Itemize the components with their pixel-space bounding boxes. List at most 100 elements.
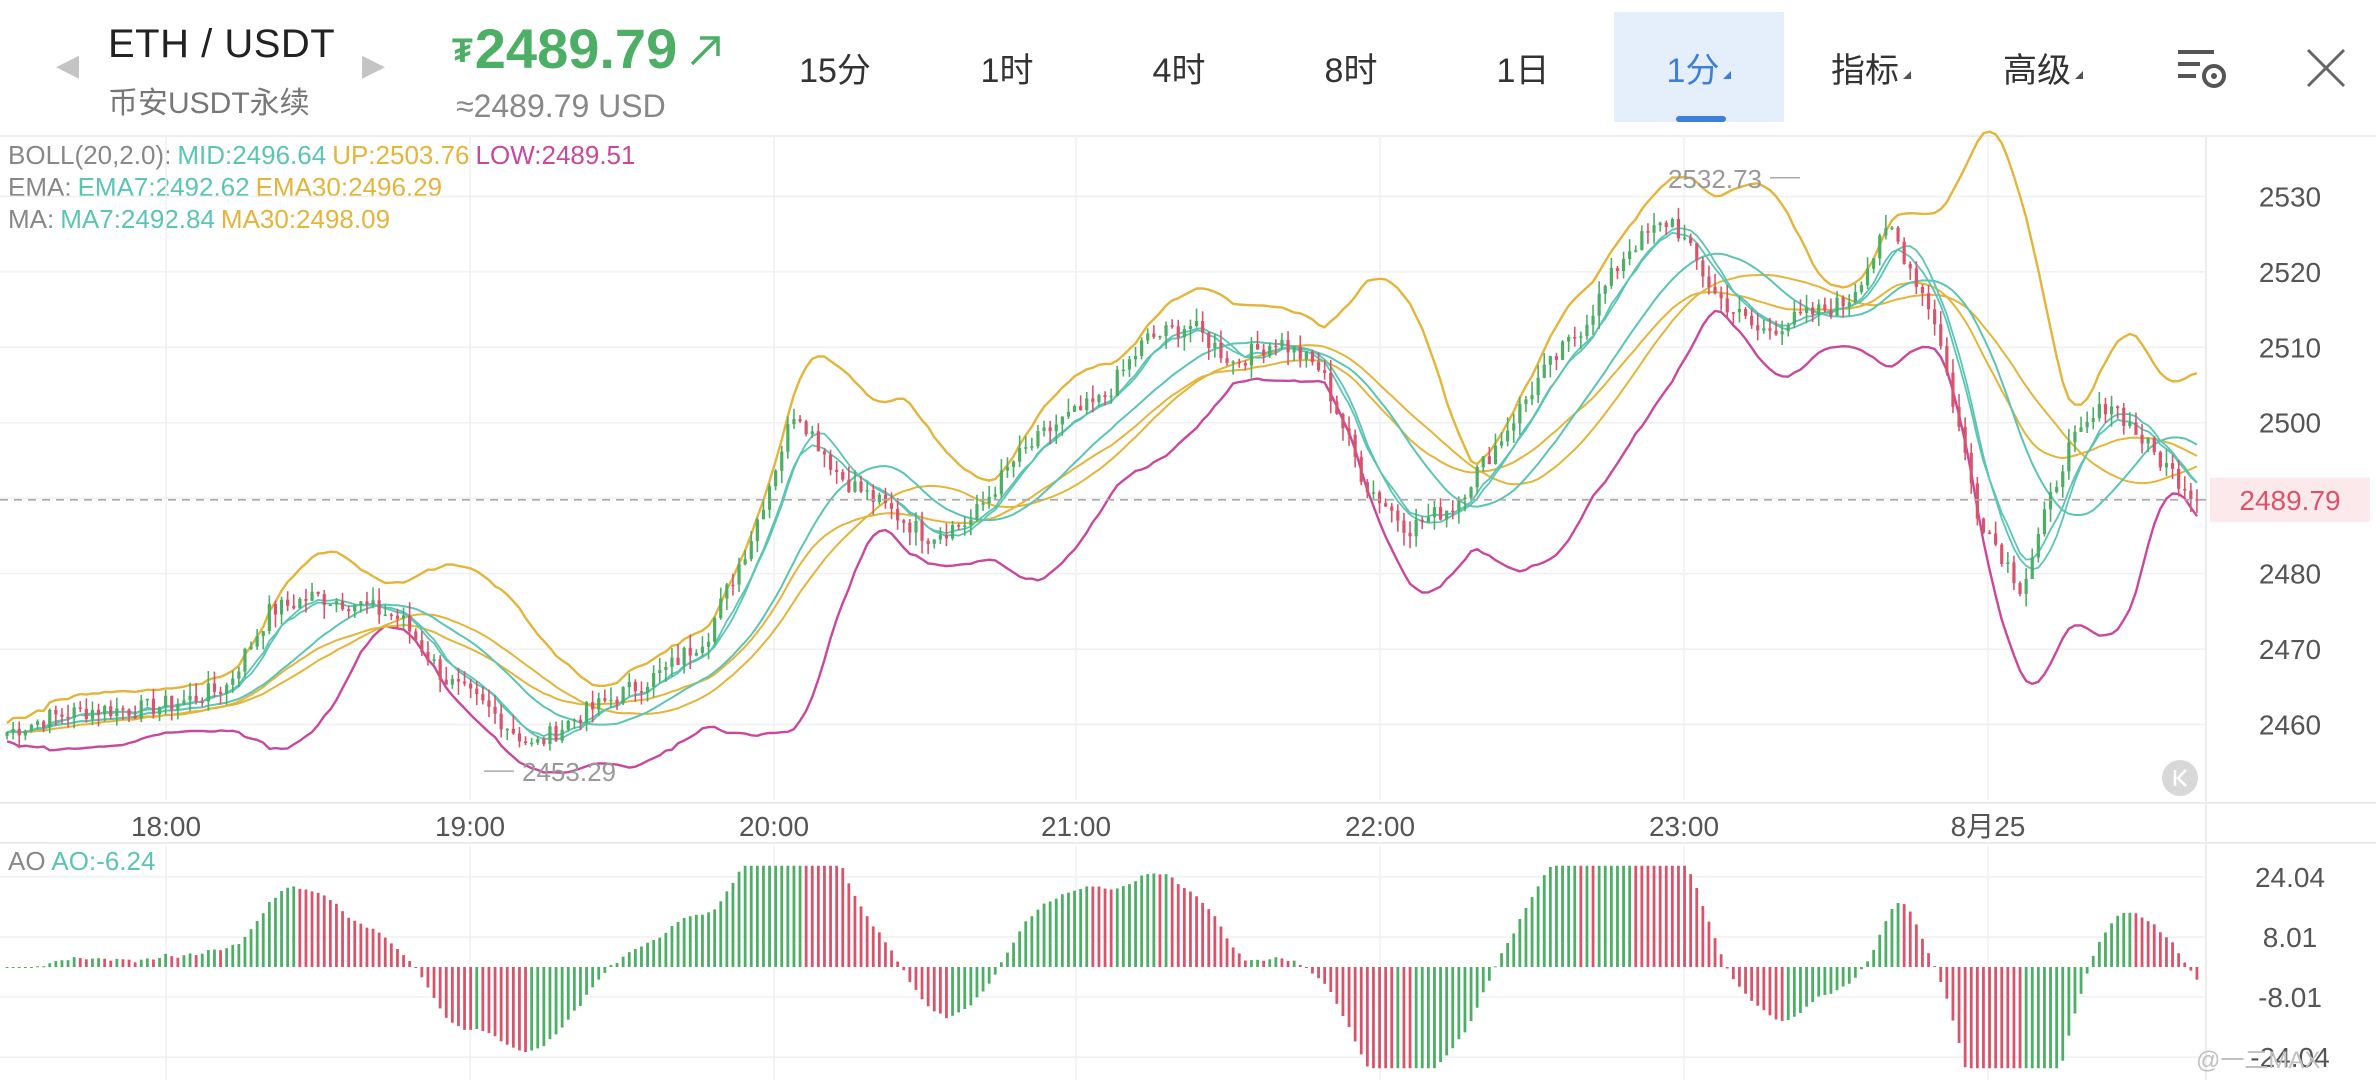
ao-bar [237, 944, 241, 967]
ao-bar [1658, 865, 1662, 967]
ao-bar [66, 960, 70, 967]
candle-body [2055, 487, 2059, 493]
candle-body [2012, 562, 2016, 584]
candle-body [536, 738, 540, 743]
candle-body [1438, 507, 1443, 520]
candle-body [542, 738, 546, 745]
candle-body [1310, 351, 1315, 363]
ao-bar [1311, 967, 1314, 974]
candle-body [487, 700, 491, 707]
ao-bar [2030, 967, 2034, 1069]
ao-bar [1707, 921, 1711, 967]
candle-body [1896, 227, 1900, 242]
candle-body [2183, 488, 2187, 491]
ao-bar [1030, 916, 1034, 967]
candle-body [914, 520, 918, 533]
candle-body [194, 695, 198, 702]
candle-body [353, 605, 357, 612]
ao-bar [1439, 967, 1442, 1063]
candle-body [115, 708, 119, 717]
ao-legend-name: AO [8, 846, 46, 876]
ao-bar [1957, 967, 1961, 1043]
ao-bar [2104, 932, 2107, 967]
candle-body [1847, 302, 1851, 307]
ao-bar [1048, 901, 1052, 967]
ao-bar [475, 967, 479, 1030]
ao-bar [1365, 967, 1369, 1067]
ao-bar [91, 958, 94, 967]
ao-bar [11, 967, 15, 968]
ao-bar [518, 967, 521, 1051]
ao-bar [103, 958, 107, 967]
candle-body [389, 614, 393, 617]
candle-body [676, 657, 680, 665]
candle-body [1365, 482, 1369, 493]
candle-body [1554, 356, 1559, 360]
candle-body [286, 599, 290, 606]
ao-bar [1225, 938, 1229, 967]
ao-bar [749, 865, 753, 967]
ao-bar [152, 959, 155, 967]
candle-body [1945, 346, 1949, 373]
candle-body [1219, 342, 1223, 359]
y-tick-label: 2500 [2259, 408, 2321, 439]
candle-body [2122, 407, 2126, 427]
ao-bar [1085, 886, 1089, 967]
ao-bar [780, 865, 784, 967]
candle-body [60, 714, 64, 717]
candle-body [1817, 304, 1821, 315]
candle-body [505, 728, 509, 731]
ao-bar [72, 957, 76, 967]
ao-bar [1103, 888, 1107, 967]
price-chart[interactable]: 2460247024802490250025102520253018:0019:… [0, 0, 2376, 1080]
candle-body [1963, 426, 1967, 453]
candle-body [2140, 434, 2144, 444]
candle-body [1536, 377, 1540, 396]
candle-body [2177, 468, 2181, 489]
ao-bar [328, 900, 332, 967]
candle-body [1548, 356, 1552, 365]
candle-body [731, 584, 735, 587]
candle-body [2006, 562, 2010, 564]
ao-bar [688, 916, 692, 967]
x-tick-label: 20:00 [739, 811, 809, 842]
ao-bar [1292, 960, 1296, 967]
ao-bar [1097, 886, 1101, 967]
x-tick-label: 8月25 [1951, 811, 2026, 842]
candle-body [627, 681, 631, 688]
candle-body [1926, 293, 1931, 310]
ao-bar [938, 967, 942, 1014]
candle-body [957, 525, 961, 527]
candle-body [237, 671, 241, 679]
ao-bar [798, 865, 802, 967]
candle-body [1615, 268, 1620, 272]
candle-body [615, 699, 619, 704]
candle-body [749, 541, 753, 560]
ao-bar [444, 967, 448, 1018]
ao-bar [902, 967, 906, 971]
ao-bar [267, 902, 271, 967]
ao-bar [2171, 942, 2174, 967]
ao-bar [536, 967, 540, 1049]
ao-bar [1219, 926, 1223, 967]
reset-zoom-button[interactable] [2162, 760, 2198, 796]
candle-body [1396, 510, 1400, 521]
ao-bar [1426, 967, 1430, 1069]
ao-bar [194, 955, 198, 967]
ao-bar [993, 967, 997, 975]
candle-body [1268, 345, 1272, 356]
ao-bar [530, 967, 534, 1051]
candle-body [11, 728, 15, 733]
candle-body [462, 681, 467, 684]
ao-bar [1524, 907, 1528, 967]
candle-body [1457, 498, 1461, 511]
candle-body [78, 707, 82, 709]
ao-bar [1951, 967, 1955, 1021]
candle-body [35, 721, 40, 725]
candle-body [1640, 231, 1644, 251]
ao-bar [1774, 967, 1778, 1020]
ao-bar [2079, 967, 2083, 994]
ao-bar [1884, 921, 1888, 967]
ao-bar [298, 888, 302, 967]
candle-body [1933, 309, 1937, 325]
